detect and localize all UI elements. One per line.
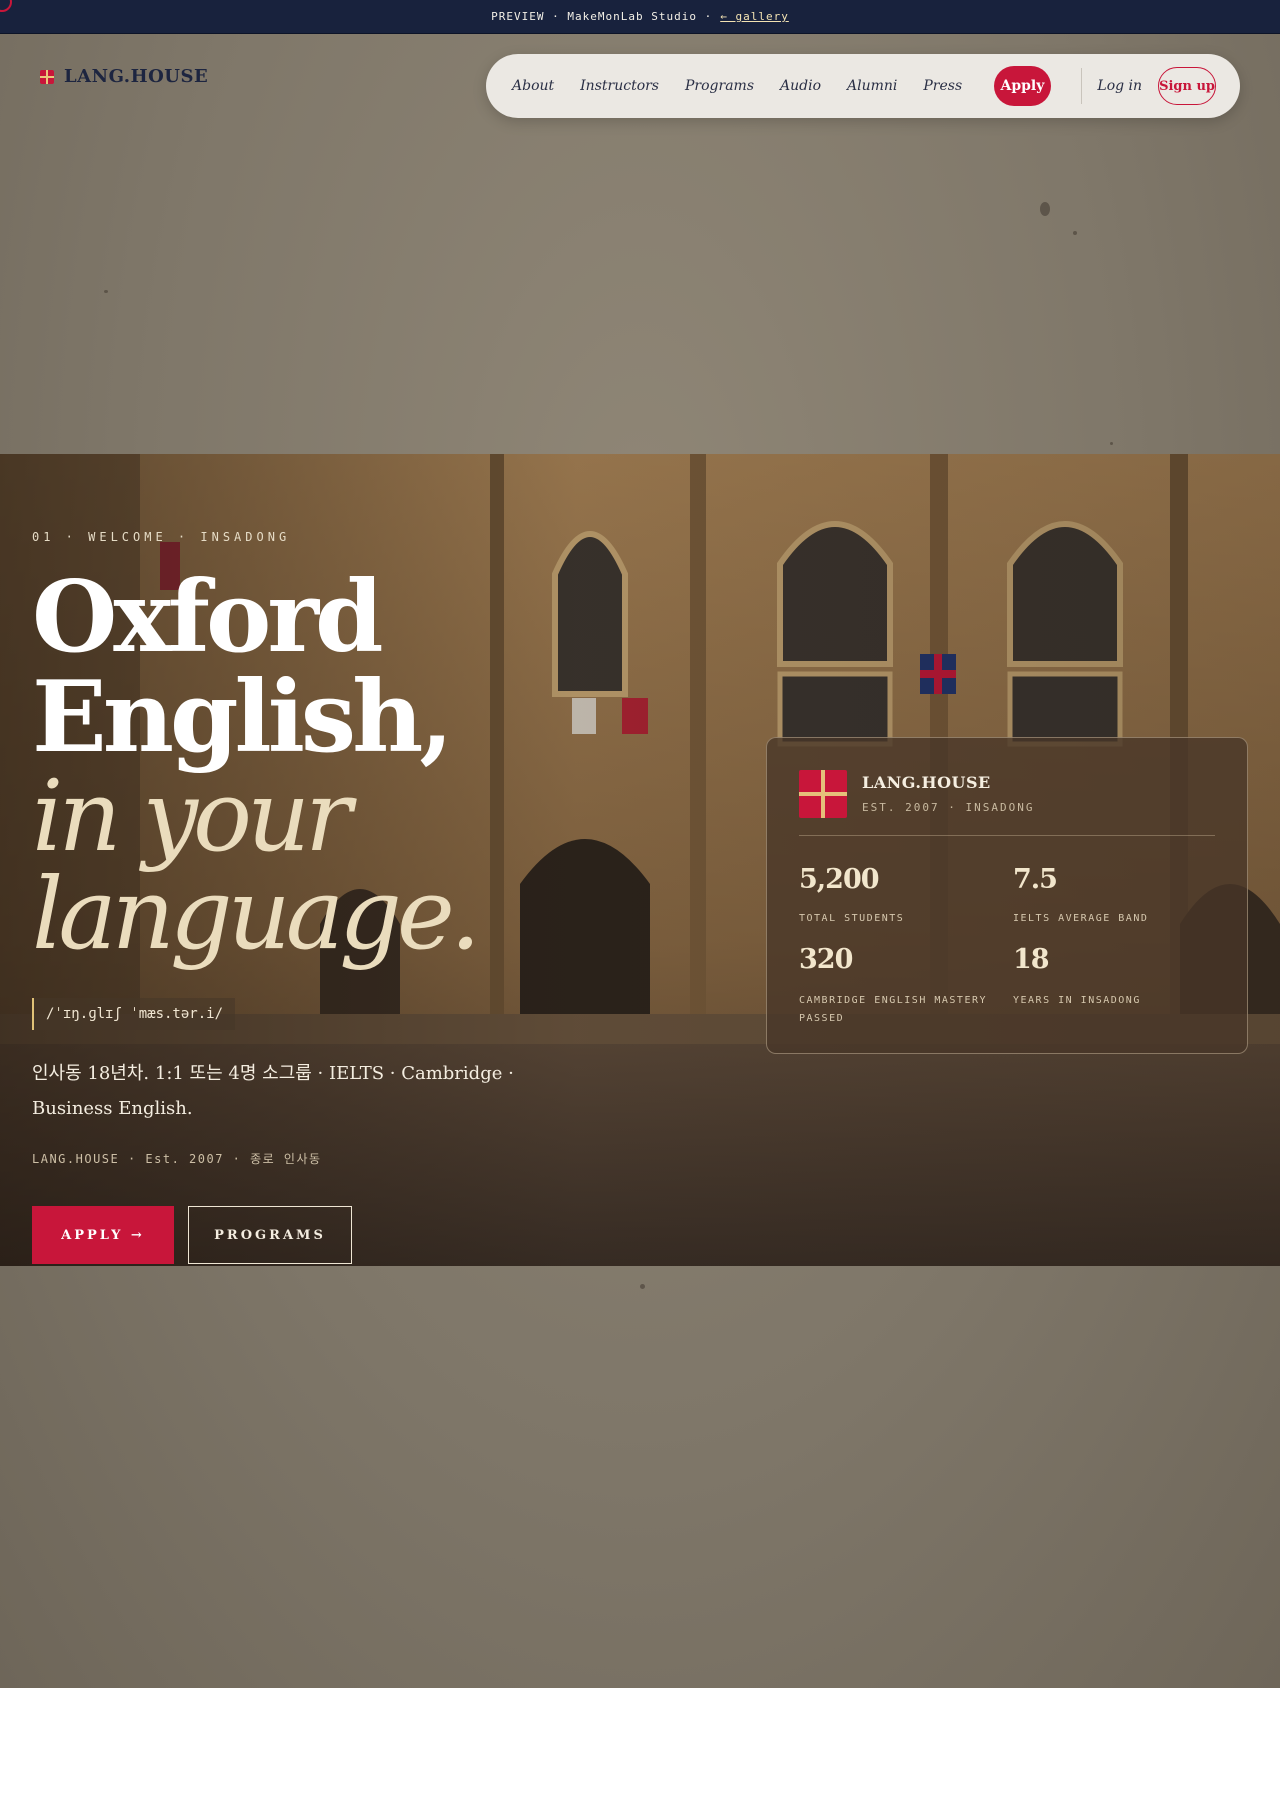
stat-value-cambridge: 320 bbox=[799, 944, 853, 975]
headline-line-3: in your bbox=[32, 760, 352, 874]
hero-apply-button[interactable]: APPLY → bbox=[32, 1206, 174, 1264]
hero-programs-button[interactable]: PROGRAMS bbox=[188, 1206, 352, 1264]
hero-headline: Oxford English, bbox=[32, 568, 453, 768]
nav-programs[interactable]: Programs bbox=[685, 78, 754, 94]
card-divider bbox=[799, 835, 1215, 836]
preview-text: PREVIEW · MakeMonLab Studio · bbox=[491, 10, 713, 23]
signup-button[interactable]: Sign up bbox=[1158, 67, 1216, 105]
preview-bar: PREVIEW · MakeMonLab Studio · ← gallery bbox=[0, 0, 1280, 34]
brand-logo[interactable]: LANG.HOUSE bbox=[40, 66, 208, 87]
cross-flag-icon bbox=[799, 770, 847, 818]
hero-subtitle: 인사동 18년차. 1:1 또는 4명 소그룹 · IELTS · Cambri… bbox=[32, 1063, 514, 1119]
nav-divider bbox=[1080, 68, 1082, 104]
login-link[interactable]: Log in bbox=[1097, 78, 1142, 94]
main-nav: About Instructors Programs Audio Alumni … bbox=[486, 54, 1240, 118]
stat-label-students: TOTAL STUDENTS bbox=[799, 913, 905, 924]
nav-audio[interactable]: Audio bbox=[780, 78, 821, 94]
nav-instructors[interactable]: Instructors bbox=[580, 78, 659, 94]
hero-meta: LANG.HOUSE · Est. 2007 · 종로 인사동 bbox=[32, 1152, 322, 1166]
card-title: LANG.HOUSE bbox=[862, 773, 991, 792]
headline-line-1: Oxford bbox=[32, 560, 383, 675]
cross-flag-icon bbox=[40, 69, 54, 84]
nav-apply-button[interactable]: Apply bbox=[994, 66, 1051, 106]
phonetic-transcription: /ˈɪŋ.ɡlɪʃ ˈmæs.tər.i/ bbox=[32, 998, 236, 1030]
stat-label-cambridge: CAMBRIDGE ENGLISH MASTERY PASSED bbox=[799, 995, 988, 1024]
headline-line-2: English, bbox=[32, 660, 453, 775]
record-indicator-icon bbox=[0, 0, 12, 12]
stat-value-ielts: 7.5 bbox=[1013, 864, 1058, 895]
nav-alumni[interactable]: Alumni bbox=[847, 78, 897, 94]
hero-eyebrow: 01 · WELCOME · INSADONG bbox=[32, 530, 291, 544]
hero-headline-italic: in your language. bbox=[32, 768, 481, 964]
brand-name: LANG.HOUSE bbox=[64, 66, 209, 87]
stat-label-years: YEARS IN INSADONG bbox=[1013, 995, 1141, 1006]
gallery-link[interactable]: ← gallery bbox=[720, 10, 789, 23]
stat-label-ielts: IELTS AVERAGE BAND bbox=[1013, 913, 1149, 924]
stats-card: LANG.HOUSE EST. 2007 · INSADONG 5,200 TO… bbox=[766, 737, 1248, 1054]
nav-press[interactable]: Press bbox=[923, 78, 962, 94]
headline-line-4: language. bbox=[32, 858, 481, 972]
nav-about[interactable]: About bbox=[512, 78, 554, 94]
stat-value-years: 18 bbox=[1013, 944, 1050, 975]
stat-value-students: 5,200 bbox=[799, 864, 880, 895]
card-subtitle: EST. 2007 · INSADONG bbox=[862, 801, 1035, 814]
